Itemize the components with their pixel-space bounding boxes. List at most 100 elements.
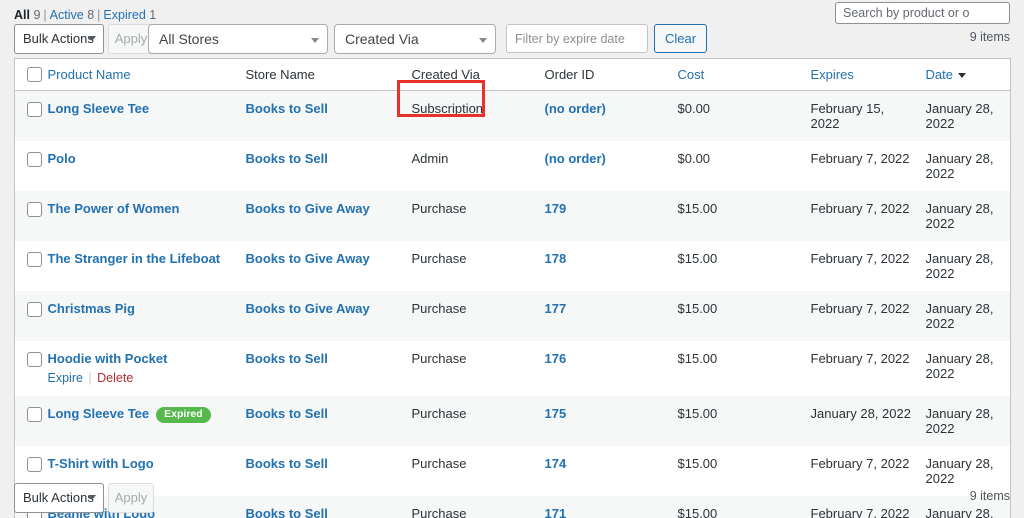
- product-name-link[interactable]: Hoodie with Pocket: [48, 351, 168, 366]
- row-checkbox[interactable]: [27, 457, 42, 472]
- store-name-cell: Books to Sell: [246, 91, 412, 142]
- store-filter-select[interactable]: All Stores: [148, 24, 328, 54]
- view-count-expired: 1: [145, 8, 157, 22]
- order-id-link[interactable]: 176: [545, 351, 567, 366]
- row-checkbox[interactable]: [27, 152, 42, 167]
- expires-cell: February 7, 2022: [810, 351, 910, 366]
- order-id-link[interactable]: 175: [545, 406, 567, 421]
- product-name-cell: Long Sleeve Tee Expired: [48, 396, 246, 446]
- product-name-link[interactable]: T-Shirt with Logo: [48, 456, 154, 471]
- row-checkbox[interactable]: [27, 407, 42, 422]
- created-via-cell: Purchase: [411, 351, 467, 366]
- expires-cell: February 7, 2022: [810, 251, 910, 266]
- created-via-filter-value: Created Via: [345, 31, 419, 47]
- status-badge: Expired: [156, 407, 211, 423]
- table-row: Hoodie with Pocket Expire | Delete Books t…: [14, 341, 1011, 396]
- date-cell: January 28, 2022: [925, 151, 994, 181]
- clear-filters-button[interactable]: Clear: [654, 24, 708, 53]
- expires-cell: January 28, 2022: [810, 406, 911, 421]
- store-name-link[interactable]: Books to Sell: [246, 406, 328, 421]
- created-via-cell: Admin: [411, 151, 449, 166]
- store-name-cell: Books to Give Away: [246, 291, 412, 341]
- row-select-cell[interactable]: [15, 241, 48, 291]
- product-name-cell: Hoodie with Pocket Expire | Delete: [48, 341, 246, 396]
- store-name-link[interactable]: Books to Sell: [246, 351, 328, 366]
- column-header-label-store: Store Name: [245, 67, 315, 82]
- store-name-cell: Books to Sell: [246, 141, 412, 191]
- product-name-link[interactable]: Polo: [48, 151, 76, 166]
- row-checkbox[interactable]: [27, 202, 42, 217]
- tablenav-top: Bulk Actions Apply All Stores Created Vi…: [0, 24, 1024, 56]
- row-select-cell[interactable]: [15, 91, 48, 142]
- order-id-link[interactable]: (no order): [545, 101, 606, 116]
- row-checkbox[interactable]: [27, 302, 42, 317]
- column-header-name[interactable]: Product Name: [47, 58, 246, 91]
- order-id-link[interactable]: 179: [545, 201, 567, 216]
- date-cell: January 28, 2022: [925, 351, 994, 381]
- store-name-link[interactable]: Books to Sell: [246, 101, 328, 116]
- bulk-actions-select-bottom[interactable]: Bulk Actions: [14, 483, 104, 513]
- column-header-label-via: Created Via: [411, 67, 480, 82]
- table-row: The Stranger in the Lifeboat Books to Giv…: [14, 241, 1011, 291]
- select-all-checkbox-top[interactable]: [27, 67, 42, 82]
- chevron-down-icon: [88, 495, 96, 500]
- product-name-link[interactable]: Long Sleeve Tee: [48, 406, 150, 421]
- expire-action-link[interactable]: Expire: [48, 371, 83, 385]
- select-all-header-top[interactable]: [14, 58, 48, 91]
- product-name-cell: Polo: [48, 141, 246, 191]
- product-name-cell: The Stranger in the Lifeboat: [48, 241, 246, 291]
- store-name-link[interactable]: Books to Give Away: [246, 251, 370, 266]
- apply-button-bottom[interactable]: Apply: [108, 483, 154, 513]
- store-filter-value: All Stores: [159, 31, 219, 47]
- expire-date-filter-input[interactable]: [506, 24, 648, 53]
- order-id-link[interactable]: 178: [545, 251, 567, 266]
- column-header-label-order: Order ID: [544, 67, 595, 82]
- bulk-actions-label-top: Bulk Actions: [23, 31, 94, 46]
- store-name-link[interactable]: Books to Give Away: [246, 201, 370, 216]
- tablenav-bottom: Bulk Actions Apply 9 items: [0, 483, 1024, 515]
- order-id-link[interactable]: 174: [545, 456, 567, 471]
- order-id-cell: 177: [545, 291, 678, 341]
- table-body: Long Sleeve Tee Books to Sell Subscription…: [14, 90, 1011, 518]
- column-header-date[interactable]: Date: [925, 58, 1011, 91]
- view-link-all[interactable]: All: [14, 8, 30, 22]
- order-id-link[interactable]: 177: [545, 301, 567, 316]
- delete-action-link[interactable]: Delete: [97, 371, 133, 385]
- column-header-cost[interactable]: Cost: [677, 58, 811, 91]
- row-checkbox[interactable]: [27, 252, 42, 267]
- row-select-cell[interactable]: [15, 291, 48, 341]
- expires-cell: February 7, 2022: [810, 151, 910, 166]
- created-via-cell: Purchase: [411, 301, 467, 316]
- store-name-link[interactable]: Books to Sell: [246, 456, 328, 471]
- view-link-active[interactable]: Active: [50, 8, 84, 22]
- created-via-filter-select[interactable]: Created Via: [334, 24, 496, 54]
- store-name-cell: Books to Sell: [246, 341, 412, 396]
- store-name-link[interactable]: Books to Sell: [246, 151, 328, 166]
- store-name-cell: Books to Give Away: [246, 191, 412, 241]
- product-name-link[interactable]: The Stranger in the Lifeboat: [48, 251, 221, 266]
- date-cell: January 28, 2022: [925, 101, 994, 131]
- product-name-link[interactable]: Long Sleeve Tee: [48, 101, 150, 116]
- row-select-cell[interactable]: [15, 141, 48, 191]
- column-header-label-exp: Expires: [810, 67, 854, 82]
- order-id-link[interactable]: (no order): [545, 151, 606, 166]
- row-select-cell[interactable]: [15, 396, 48, 446]
- row-checkbox[interactable]: [27, 352, 42, 367]
- view-link-expired[interactable]: Expired: [103, 8, 145, 22]
- product-name-cell: Christmas Pig: [48, 291, 246, 341]
- cost-cell: $15.00: [677, 201, 718, 216]
- date-cell: January 28, 2022: [925, 301, 994, 331]
- store-name-link[interactable]: Books to Give Away: [246, 301, 370, 316]
- chevron-down-icon: [88, 36, 96, 41]
- row-select-cell[interactable]: [15, 191, 48, 241]
- row-checkbox[interactable]: [27, 102, 42, 117]
- date-cell: January 28, 2022: [925, 201, 994, 231]
- row-actions: Expire | Delete: [48, 370, 236, 386]
- cost-cell: $0.00: [677, 151, 711, 166]
- column-header-exp[interactable]: Expires: [810, 58, 926, 91]
- product-name-link[interactable]: Christmas Pig: [48, 301, 135, 316]
- search-input[interactable]: [835, 2, 1010, 24]
- product-name-link[interactable]: The Power of Women: [48, 201, 180, 216]
- row-select-cell[interactable]: [15, 341, 48, 396]
- bulk-actions-select-top[interactable]: Bulk Actions: [14, 24, 104, 54]
